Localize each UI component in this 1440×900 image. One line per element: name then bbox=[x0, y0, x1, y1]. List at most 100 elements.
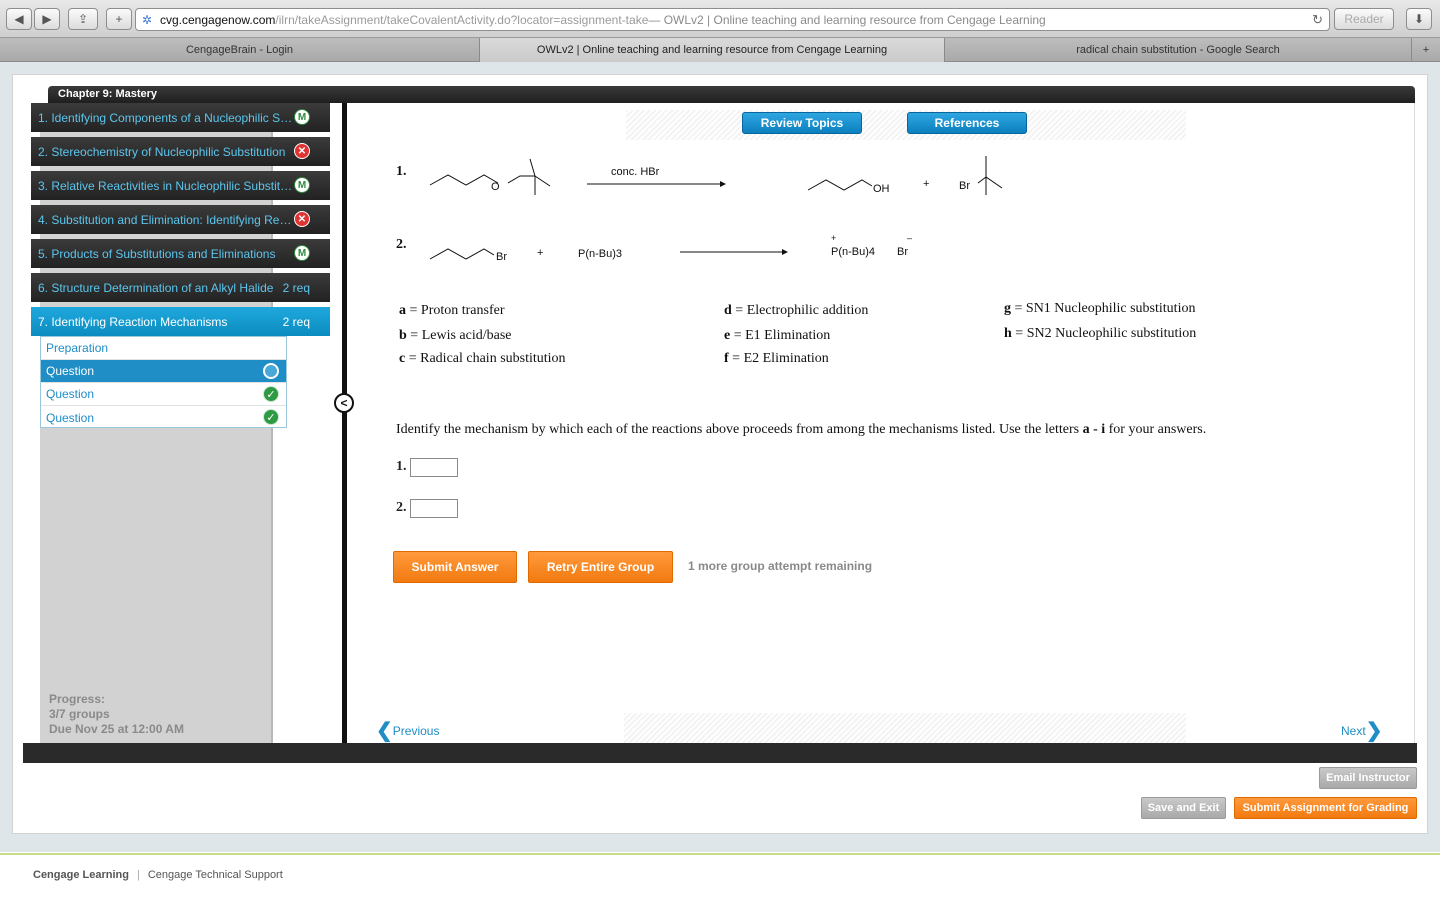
browser-toolbar: ◀ ▶ ⇪ + ✲ cvg.cengagenow.com/ilrn/takeAs… bbox=[0, 0, 1440, 38]
sidebar-item-label: 3. Relative Reactivities in Nucleophilic… bbox=[38, 178, 293, 193]
mechanism-name: E2 Elimination bbox=[743, 351, 829, 366]
url-page-title: — OWLv2 | Online teaching and learning r… bbox=[648, 12, 1046, 27]
mechanism-name: E1 Elimination bbox=[745, 328, 831, 343]
mechanism-letter: a bbox=[399, 303, 406, 318]
checkmark-icon: ✓ bbox=[263, 409, 279, 425]
previous-label: Previous bbox=[392, 723, 440, 738]
submit-assignment-button[interactable]: Submit Assignment for Grading bbox=[1234, 797, 1417, 819]
mechanism-letter: e bbox=[724, 328, 731, 343]
reader-button[interactable]: Reader bbox=[1334, 8, 1394, 30]
address-bar[interactable]: ✲ cvg.cengagenow.com/ilrn/takeAssignment… bbox=[135, 8, 1330, 31]
next-link[interactable]: Next ❯ bbox=[1341, 718, 1382, 743]
share-icon[interactable]: ⇪ bbox=[68, 8, 98, 30]
due-date: Due Nov 25 at 12:00 AM bbox=[49, 722, 184, 736]
chevron-left-icon: ❮ bbox=[376, 720, 393, 742]
mechanism-name: Radical chain substitution bbox=[420, 351, 566, 366]
req-badge: 2 req bbox=[282, 280, 310, 295]
sidebar-item-3[interactable]: 3. Relative Reactivities in Nucleophilic… bbox=[31, 171, 330, 200]
sidebar-item-7[interactable]: 7. Identifying Reaction Mechanisms 2 req bbox=[31, 307, 330, 336]
new-tab-button[interactable]: + bbox=[1412, 38, 1440, 62]
back-icon[interactable]: ◀ bbox=[6, 8, 32, 30]
ether-tbutyl bbox=[507, 158, 551, 195]
sidebar-item-label: 4. Substitution and Elimination: Identif… bbox=[38, 212, 293, 227]
answer-1-label: 1. bbox=[396, 459, 407, 474]
mechanism-a: a = Proton transfer bbox=[399, 303, 505, 318]
sidebar-item-2[interactable]: 2. Stereochemistry of Nucleophilic Subst… bbox=[31, 137, 330, 166]
add-bookmark-icon[interactable]: + bbox=[106, 8, 132, 30]
subnav-preparation[interactable]: Preparation bbox=[41, 337, 286, 360]
bottom-bar bbox=[23, 743, 1417, 763]
footer-divider bbox=[0, 853, 1440, 855]
bromine-label: Br bbox=[496, 251, 507, 263]
next-label: Next bbox=[1341, 723, 1366, 738]
mechanism-letter: b bbox=[399, 328, 407, 343]
chapter-title: Chapter 9: Mastery bbox=[48, 86, 1415, 103]
subnav-label: Question bbox=[46, 364, 95, 378]
sidebar-item-4[interactable]: 4. Substitution and Elimination: Identif… bbox=[31, 205, 330, 234]
plus-sign: + bbox=[537, 247, 544, 259]
retry-group-button[interactable]: Retry Entire Group bbox=[528, 551, 673, 583]
progress-value: 3/7 groups bbox=[49, 707, 110, 721]
mechanism-letter: g bbox=[1004, 301, 1011, 316]
bromine-label: Br bbox=[959, 180, 970, 192]
collapse-sidebar-icon[interactable]: < bbox=[334, 393, 354, 413]
tab-google-search[interactable]: radical chain substitution - Google Sear… bbox=[945, 38, 1412, 62]
review-topics-button[interactable]: Review Topics bbox=[742, 112, 862, 134]
instructions-letters: a - i bbox=[1082, 422, 1106, 437]
mechanism-name: Lewis acid/base bbox=[421, 328, 512, 343]
answer-2-input[interactable] bbox=[410, 499, 458, 518]
tab-owlv2[interactable]: OWLv2 | Online teaching and learning res… bbox=[480, 38, 945, 62]
req-badge: 2 req bbox=[282, 314, 310, 329]
sidebar-item-label: 5. Products of Substitutions and Elimina… bbox=[38, 246, 276, 261]
mechanism-g: g = SN1 Nucleophilic substitution bbox=[1004, 301, 1196, 316]
references-button[interactable]: References bbox=[907, 112, 1027, 134]
mechanism-d: d = Electrophilic addition bbox=[724, 303, 869, 318]
answer-2-label: 2. bbox=[396, 500, 407, 515]
oxygen-label: O bbox=[491, 181, 500, 193]
page-footer: Cengage Learning | Cengage Technical Sup… bbox=[33, 869, 283, 881]
instructions-text: Identify the mechanism by which each of … bbox=[396, 422, 1083, 437]
mechanism-c: c = Radical chain substitution bbox=[399, 351, 566, 366]
reload-icon[interactable]: ↻ bbox=[1312, 12, 1323, 28]
subnav-question-3[interactable]: Question ✓ bbox=[41, 406, 286, 429]
sidebar-item-label: 2. Stereochemistry of Nucleophilic Subst… bbox=[38, 144, 286, 159]
sidebar-item-label: 1. Identifying Components of a Nucleophi… bbox=[38, 110, 293, 125]
reagent-label: conc. HBr bbox=[611, 166, 660, 178]
mechanism-name: SN2 Nucleophilic substitution bbox=[1026, 326, 1197, 341]
subnav-label: Question bbox=[46, 410, 95, 425]
footer-brand[interactable]: Cengage Learning bbox=[33, 869, 129, 881]
mechanism-f: f = E2 Elimination bbox=[724, 351, 829, 366]
mastered-icon: M bbox=[294, 245, 310, 261]
hydroxyl-label: OH bbox=[873, 183, 890, 195]
failed-icon: ✕ bbox=[294, 143, 310, 159]
reaction-1-structures bbox=[429, 156, 1003, 195]
sidebar-item-5[interactable]: 5. Products of Substitutions and Elimina… bbox=[31, 239, 330, 268]
mechanism-name: Proton transfer bbox=[420, 303, 505, 318]
sidebar-item-1[interactable]: 1. Identifying Components of a Nucleophi… bbox=[31, 103, 330, 132]
cation-charge: + bbox=[831, 233, 837, 243]
question-subnav: Preparation Question Question ✓ Question… bbox=[40, 336, 287, 428]
phosphine-label: P(n-Bu)3 bbox=[578, 248, 623, 260]
arrow-head bbox=[782, 249, 788, 255]
save-exit-button[interactable]: Save and Exit bbox=[1141, 797, 1226, 819]
bromide-label: Br bbox=[897, 246, 908, 258]
question-instructions: Identify the mechanism by which each of … bbox=[396, 422, 1206, 438]
submit-answer-button[interactable]: Submit Answer bbox=[393, 551, 517, 583]
email-instructor-button[interactable]: Email Instructor bbox=[1319, 767, 1417, 789]
answer-1-input[interactable] bbox=[410, 458, 458, 477]
footer-support-link[interactable]: Cengage Technical Support bbox=[148, 869, 283, 881]
subnav-question-2[interactable]: Question ✓ bbox=[41, 383, 286, 406]
checkmark-icon: ✓ bbox=[263, 386, 279, 402]
previous-link[interactable]: ❮ Previous bbox=[376, 718, 439, 743]
forward-icon[interactable]: ▶ bbox=[34, 8, 60, 30]
attempts-remaining: 1 more group attempt remaining bbox=[688, 559, 873, 573]
mechanism-letter: c bbox=[399, 351, 406, 366]
sidebar-item-6[interactable]: 6. Structure Determination of an Alkyl H… bbox=[31, 273, 330, 302]
downloads-icon[interactable]: ⬇ bbox=[1406, 8, 1432, 30]
subnav-question-1[interactable]: Question bbox=[41, 360, 286, 383]
tab-cengagebrain[interactable]: CengageBrain - Login bbox=[0, 38, 480, 62]
plus-sign: + bbox=[923, 178, 930, 190]
sidebar-item-label: 6. Structure Determination of an Alkyl H… bbox=[38, 280, 274, 295]
url-path: /ilrn/takeAssignment/takeCovalentActivit… bbox=[275, 12, 649, 27]
globe-icon: ✲ bbox=[142, 13, 153, 27]
